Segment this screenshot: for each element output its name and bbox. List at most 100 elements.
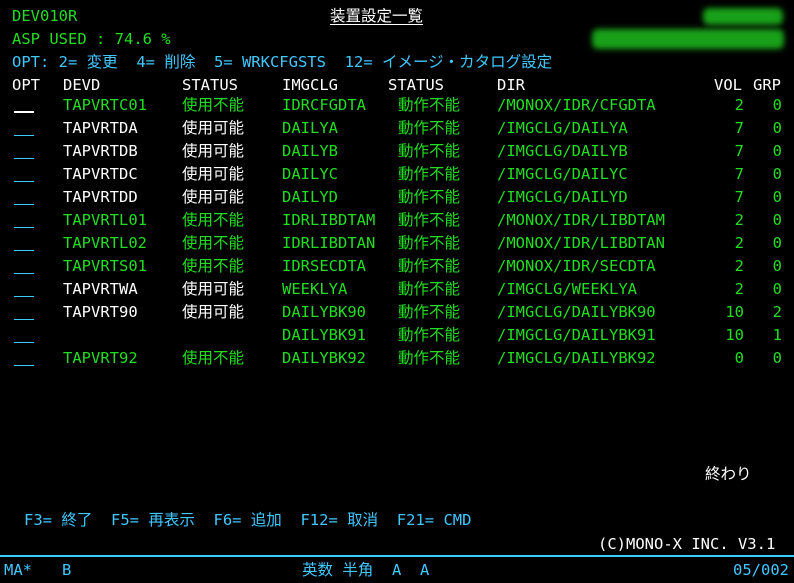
row-dir: /IMGCLG/DAILYBK92 <box>497 349 656 367</box>
row-status: 使用不能 <box>182 257 245 275</box>
row-vol: 2 <box>734 234 744 252</box>
row-grp: 0 <box>772 211 782 229</box>
opt-input[interactable] <box>14 319 34 320</box>
opt-input[interactable] <box>14 250 34 251</box>
row-imgclg: DAILYB <box>282 142 338 160</box>
col-grp: GRP <box>753 76 781 94</box>
row-dir: /IMGCLG/DAILYBK90 <box>497 303 656 321</box>
row-status: 使用可能 <box>182 280 245 298</box>
row-dir: /IMGCLG/DAILYA <box>497 119 628 137</box>
row-status: 使用不能 <box>182 96 245 114</box>
table-row: TAPVRTL02 使用不能 IDRLIBDTAN 動作不能/MONOX/IDR/LI… <box>0 234 794 258</box>
col-devd: DEVD <box>63 76 101 94</box>
statusbar-b: B <box>62 561 72 579</box>
statusbar-cursor-position: 05/002 <box>733 561 789 579</box>
row-status2: 動作不能 <box>398 96 461 114</box>
row-imgclg: DAILYBK91 <box>282 326 366 344</box>
row-status2: 動作不能 <box>398 349 461 367</box>
table-row: TAPVRTDB 使用可能 DAILYB 動作不能/IMGCLG/DAILYB 7 0 <box>0 142 794 166</box>
row-imgclg: DAILYBK90 <box>282 303 366 321</box>
row-devd: TAPVRTDA <box>63 119 138 137</box>
row-dir: /IMGCLG/DAILYB <box>497 142 628 160</box>
table-row: TAPVRTDA 使用可能 DAILYA 動作不能/IMGCLG/DAILYA 7 0 <box>0 119 794 143</box>
row-grp: 0 <box>772 349 782 367</box>
statusbar-session: MA* <box>4 561 32 579</box>
row-dir: /IMGCLG/DAILYBK91 <box>497 326 656 344</box>
row-imgclg: DAILYC <box>282 165 338 183</box>
row-imgclg: WEEKLYA <box>282 280 348 298</box>
row-devd: TAPVRT90 <box>63 303 138 321</box>
row-status2: 動作不能 <box>398 142 461 160</box>
statusbar-input-mode: 英数 半角 A A <box>302 561 430 579</box>
table-row: TAPVRTS01 使用不能 IDRSECDTA 動作不能/MONOX/IDR/SEC… <box>0 257 794 281</box>
row-imgclg: DAILYD <box>282 188 338 206</box>
col-dir: DIR <box>497 76 525 94</box>
opt-input[interactable] <box>14 135 34 136</box>
row-devd: TAPVRTDD <box>63 188 138 206</box>
row-vol: 2 <box>734 280 744 298</box>
row-status2: 動作不能 <box>398 165 461 183</box>
row-imgclg: DAILYA <box>282 119 338 137</box>
row-devd: TAPVRTL02 <box>63 234 147 252</box>
row-status: 使用可能 <box>182 188 245 206</box>
row-grp: 0 <box>772 119 782 137</box>
statusbar-divider <box>0 555 794 557</box>
row-dir: /MONOX/IDR/CFGDTA <box>497 96 656 114</box>
row-vol: 2 <box>734 211 744 229</box>
row-imgclg: IDRSECDTA <box>282 257 366 275</box>
program-id: DEV010R <box>12 7 78 25</box>
table-row: TAPVRT90 使用可能 DAILYBK90 動作不能/IMGCLG/DAILYBK… <box>0 303 794 327</box>
row-devd: TAPVRT92 <box>63 349 138 367</box>
row-dir: /IMGCLG/DAILYD <box>497 188 628 206</box>
row-status2: 動作不能 <box>398 119 461 137</box>
asp-used: ASP USED : 74.6 % <box>12 30 171 48</box>
row-vol: 10 <box>725 326 744 344</box>
row-devd: TAPVRTS01 <box>63 257 147 275</box>
row-status2: 動作不能 <box>398 188 461 206</box>
row-vol: 7 <box>734 165 744 183</box>
table-row: DAILYBK91 動作不能/IMGCLG/DAILYBK91 10 1 <box>0 326 794 350</box>
row-grp: 0 <box>772 188 782 206</box>
row-status: 使用可能 <box>182 119 245 137</box>
opt-input[interactable] <box>14 111 34 113</box>
row-status2: 動作不能 <box>398 234 461 252</box>
row-imgclg: IDRCFGDTA <box>282 96 366 114</box>
table-row: TAPVRT92 使用不能 DAILYBK92 動作不能/IMGCLG/DAILYBK… <box>0 349 794 373</box>
row-status2: 動作不能 <box>398 211 461 229</box>
row-vol: 7 <box>734 142 744 160</box>
option-legend: OPT: 2= 変更 4= 削除 5= WRKCFGSTS 12= イメージ・カ… <box>12 53 553 71</box>
row-devd: TAPVRTWA <box>63 280 138 298</box>
row-status: 使用可能 <box>182 303 245 321</box>
row-imgclg: IDRLIBDTAM <box>282 211 376 229</box>
opt-input[interactable] <box>14 204 34 205</box>
opt-input[interactable] <box>14 273 34 274</box>
end-label: 終わり <box>705 465 752 483</box>
row-dir: /IMGCLG/WEEKLYA <box>497 280 637 298</box>
row-status: 使用不能 <box>182 349 245 367</box>
row-vol: 2 <box>734 257 744 275</box>
row-devd: TAPVRTDC <box>63 165 138 183</box>
table-row: TAPVRTC01 使用不能 IDRCFGDTA 動作不能/MONOX/IDR/CFG… <box>0 96 794 120</box>
opt-input[interactable] <box>14 296 34 297</box>
opt-input[interactable] <box>14 342 34 343</box>
opt-input[interactable] <box>14 365 34 366</box>
row-devd: TAPVRTDB <box>63 142 138 160</box>
row-grp: 0 <box>772 257 782 275</box>
opt-input[interactable] <box>14 227 34 228</box>
redacted-region <box>703 8 783 25</box>
opt-input[interactable] <box>14 158 34 159</box>
col-vol: VOL <box>714 76 742 94</box>
row-status2: 動作不能 <box>398 257 461 275</box>
opt-input[interactable] <box>14 181 34 182</box>
row-dir: /MONOX/IDR/LIBDTAM <box>497 211 665 229</box>
col-opt: OPT <box>12 76 40 94</box>
row-grp: 0 <box>772 234 782 252</box>
row-grp: 0 <box>772 280 782 298</box>
row-status: 使用不能 <box>182 211 245 229</box>
row-grp: 2 <box>772 303 782 321</box>
row-dir: /MONOX/IDR/SECDTA <box>497 257 656 275</box>
table-row: TAPVRTL01 使用不能 IDRLIBDTAM 動作不能/MONOX/IDR/LI… <box>0 211 794 235</box>
row-imgclg: DAILYBK92 <box>282 349 366 367</box>
function-keys: F3= 終了 F5= 再表示 F6= 追加 F12= 取消 F21= CMD <box>24 511 472 529</box>
row-imgclg: IDRLIBDTAN <box>282 234 376 252</box>
